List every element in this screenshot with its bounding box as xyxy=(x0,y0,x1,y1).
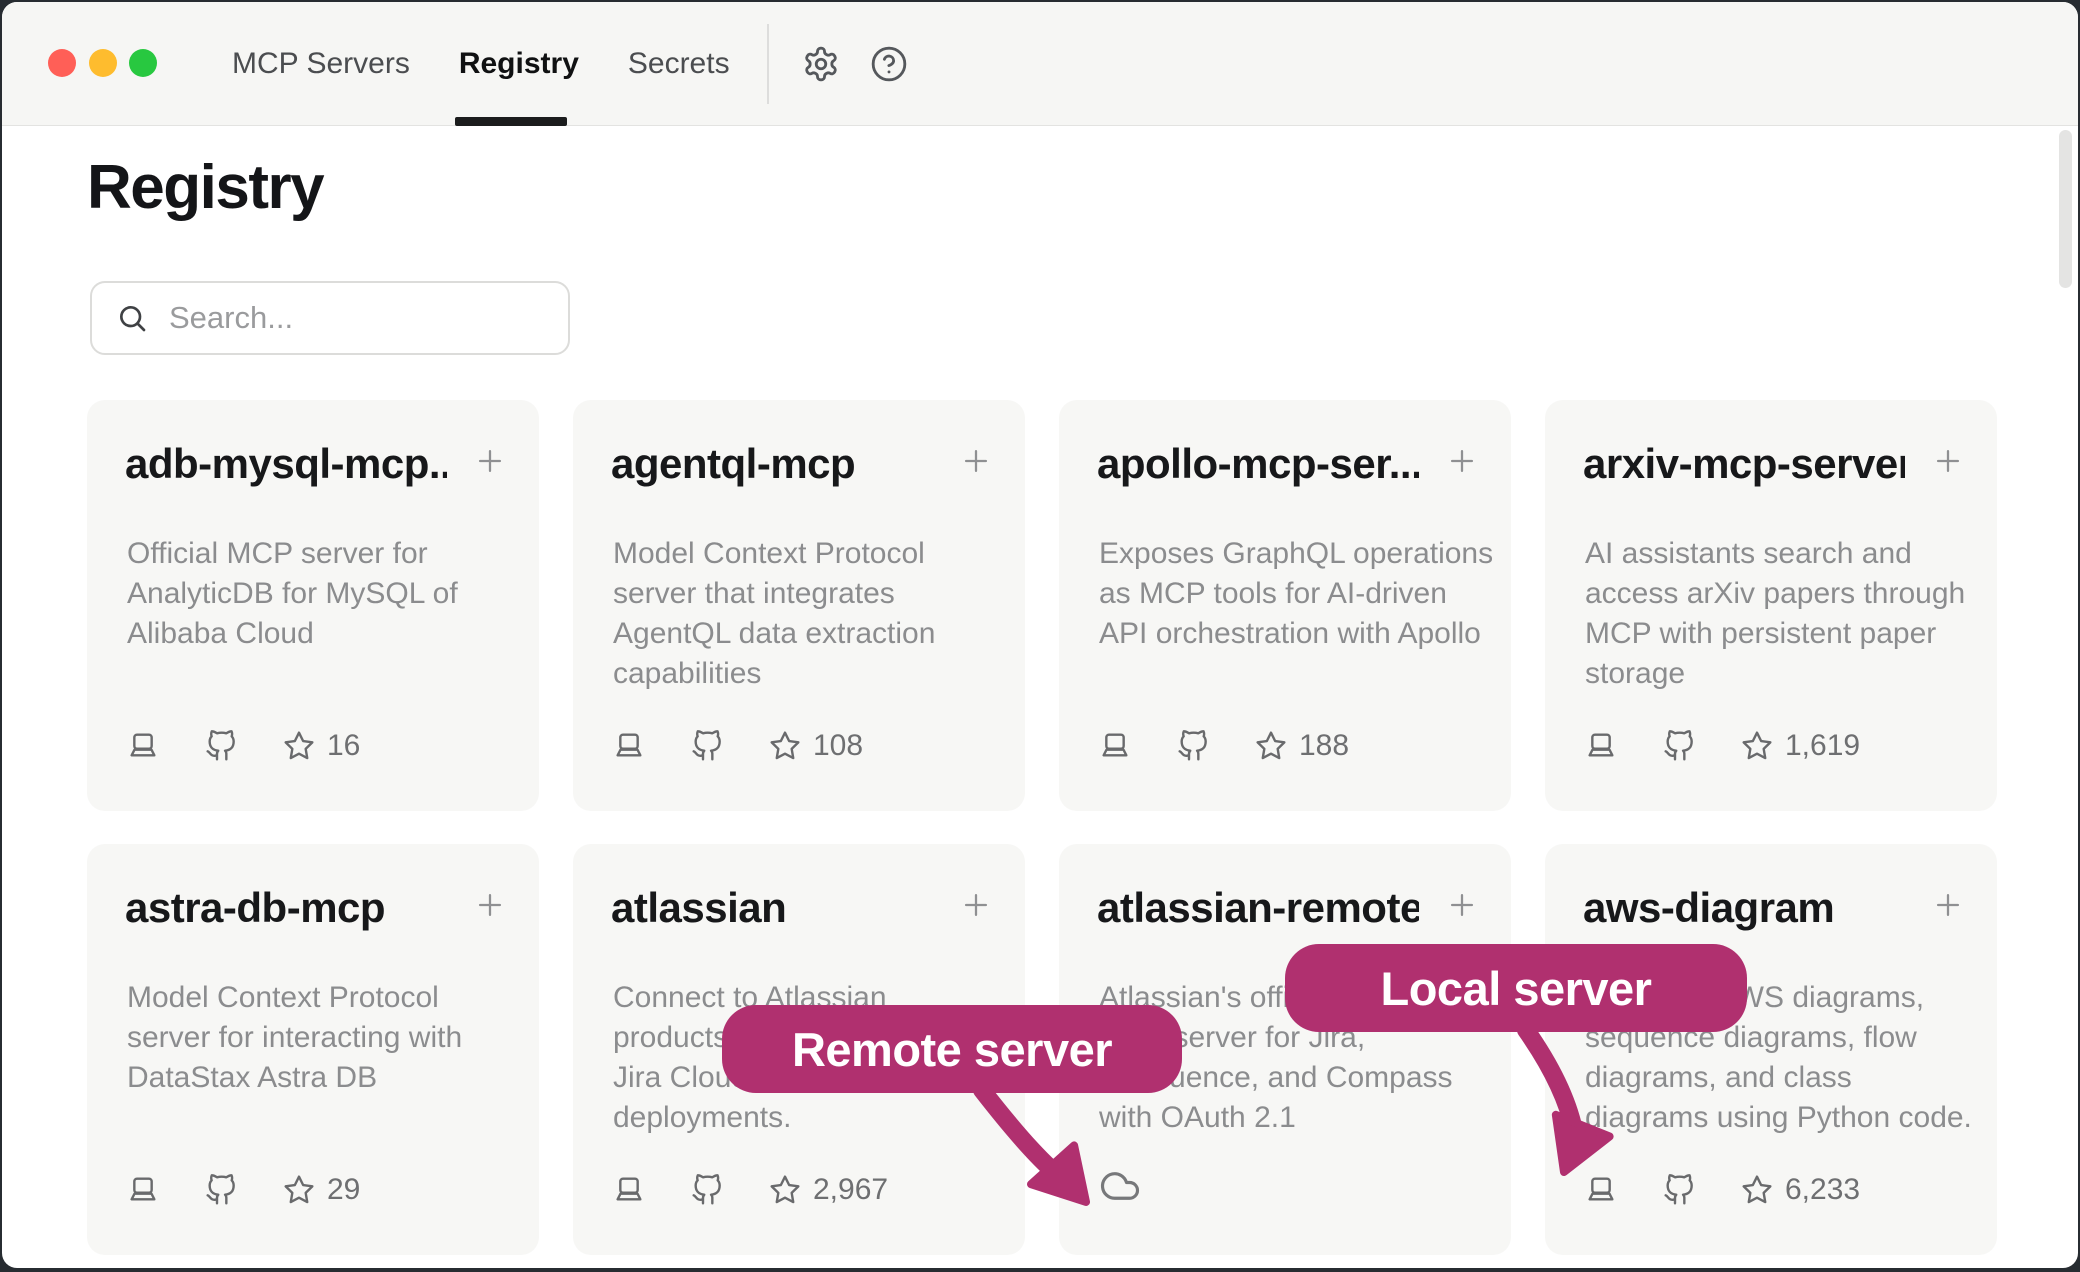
server-description: Model Context Protocolserver that integr… xyxy=(613,534,995,694)
server-card-astra-db-mcp[interactable]: astra-db-mcp Model Context Protocolserve… xyxy=(87,844,539,1255)
github-icon[interactable] xyxy=(1663,730,1695,762)
laptop-icon xyxy=(1585,730,1617,762)
card-footer: 16 xyxy=(127,729,360,763)
page-title: Registry xyxy=(87,152,323,223)
card-footer: 6,233 xyxy=(1585,1173,1860,1207)
server-name: adb-mysql-mcp... xyxy=(125,440,447,488)
server-name: agentql-mcp xyxy=(611,440,933,488)
add-server-button[interactable] xyxy=(473,888,507,922)
star-count: 1,619 xyxy=(1785,729,1860,763)
server-name: astra-db-mcp xyxy=(125,884,447,932)
search-input[interactable] xyxy=(167,299,531,337)
tab-secrets[interactable]: Secrets xyxy=(628,47,730,81)
add-server-button[interactable] xyxy=(1931,444,1965,478)
titlebar: MCP Servers Registry Secrets xyxy=(2,2,2078,126)
server-description: Exposes GraphQL operationsas MCP tools f… xyxy=(1099,534,1481,654)
add-server-button[interactable] xyxy=(473,444,507,478)
server-card-apollo-mcp-server[interactable]: apollo-mcp-ser... Exposes GraphQL operat… xyxy=(1059,400,1511,811)
card-footer xyxy=(1099,1155,1141,1207)
laptop-icon xyxy=(1585,1174,1617,1206)
github-icon[interactable] xyxy=(205,730,237,762)
star-icon xyxy=(283,1174,315,1206)
star-count: 2,967 xyxy=(813,1173,888,1207)
star-icon xyxy=(1741,1174,1773,1206)
laptop-icon xyxy=(127,1174,159,1206)
star-icon xyxy=(1255,730,1287,762)
close-window-button[interactable] xyxy=(48,49,76,77)
card-footer: 188 xyxy=(1099,729,1349,763)
star-icon xyxy=(769,1174,801,1206)
remote-server-callout: Remote server xyxy=(722,1005,1182,1093)
scrollbar-thumb[interactable] xyxy=(2059,130,2072,288)
active-tab-underline xyxy=(455,117,567,126)
cloud-icon xyxy=(1099,1165,1141,1207)
star-count: 108 xyxy=(813,729,863,763)
add-server-button[interactable] xyxy=(959,444,993,478)
github-icon[interactable] xyxy=(691,1174,723,1206)
card-footer: 108 xyxy=(613,729,863,763)
search-box[interactable] xyxy=(90,281,570,355)
local-server-callout: Local server xyxy=(1285,944,1747,1032)
server-card-aws-diagram[interactable]: aws-diagram Generate AWS diagrams,sequen… xyxy=(1545,844,1997,1255)
server-description: Model Context Protocolserver for interac… xyxy=(127,978,509,1098)
card-footer: 2,967 xyxy=(613,1173,888,1207)
server-card-agentql-mcp[interactable]: agentql-mcp Model Context Protocolserver… xyxy=(573,400,1025,811)
server-card-arxiv-mcp-server[interactable]: arxiv-mcp-server AI assistants search an… xyxy=(1545,400,1997,811)
card-footer: 29 xyxy=(127,1173,360,1207)
local-server-callout-label: Local server xyxy=(1381,961,1652,1016)
github-icon[interactable] xyxy=(691,730,723,762)
server-card-grid: adb-mysql-mcp... Official MCP server for… xyxy=(87,400,1997,1255)
github-icon[interactable] xyxy=(1177,730,1209,762)
add-server-button[interactable] xyxy=(1931,888,1965,922)
server-name: atlassian-remote xyxy=(1097,884,1419,932)
screenshot-stage: MCP Servers Registry Secrets Registry ad… xyxy=(0,0,2080,1272)
star-icon xyxy=(1741,730,1773,762)
star-count: 6,233 xyxy=(1785,1173,1860,1207)
star-icon xyxy=(769,730,801,762)
app-window: MCP Servers Registry Secrets Registry ad… xyxy=(2,2,2078,1268)
laptop-icon xyxy=(613,1174,645,1206)
server-name: aws-diagram xyxy=(1583,884,1905,932)
star-count: 16 xyxy=(327,729,360,763)
server-description: AI assistants search andaccess arXiv pap… xyxy=(1585,534,1967,694)
star-count: 188 xyxy=(1299,729,1349,763)
tab-mcp-servers[interactable]: MCP Servers xyxy=(232,47,410,81)
server-name: atlassian xyxy=(611,884,933,932)
add-server-button[interactable] xyxy=(959,888,993,922)
card-footer: 1,619 xyxy=(1585,729,1860,763)
add-server-button[interactable] xyxy=(1445,444,1479,478)
titlebar-tabs: MCP Servers Registry Secrets xyxy=(232,2,730,125)
help-icon[interactable] xyxy=(870,45,908,83)
remote-server-callout-label: Remote server xyxy=(792,1022,1112,1077)
laptop-icon xyxy=(127,730,159,762)
server-description: Official MCP server forAnalyticDB for My… xyxy=(127,534,509,654)
titlebar-divider xyxy=(767,24,769,104)
server-name: apollo-mcp-ser... xyxy=(1097,440,1419,488)
star-count: 29 xyxy=(327,1173,360,1207)
search-icon xyxy=(116,302,148,334)
zoom-window-button[interactable] xyxy=(129,49,157,77)
minimize-window-button[interactable] xyxy=(89,49,117,77)
github-icon[interactable] xyxy=(205,1174,237,1206)
laptop-icon xyxy=(613,730,645,762)
tab-registry[interactable]: Registry xyxy=(459,47,579,81)
add-server-button[interactable] xyxy=(1445,888,1479,922)
server-name: arxiv-mcp-server xyxy=(1583,440,1905,488)
server-card-adb-mysql-mcp[interactable]: adb-mysql-mcp... Official MCP server for… xyxy=(87,400,539,811)
settings-gear-icon[interactable] xyxy=(802,45,840,83)
github-icon[interactable] xyxy=(1663,1174,1695,1206)
star-icon xyxy=(283,730,315,762)
laptop-icon xyxy=(1099,730,1131,762)
